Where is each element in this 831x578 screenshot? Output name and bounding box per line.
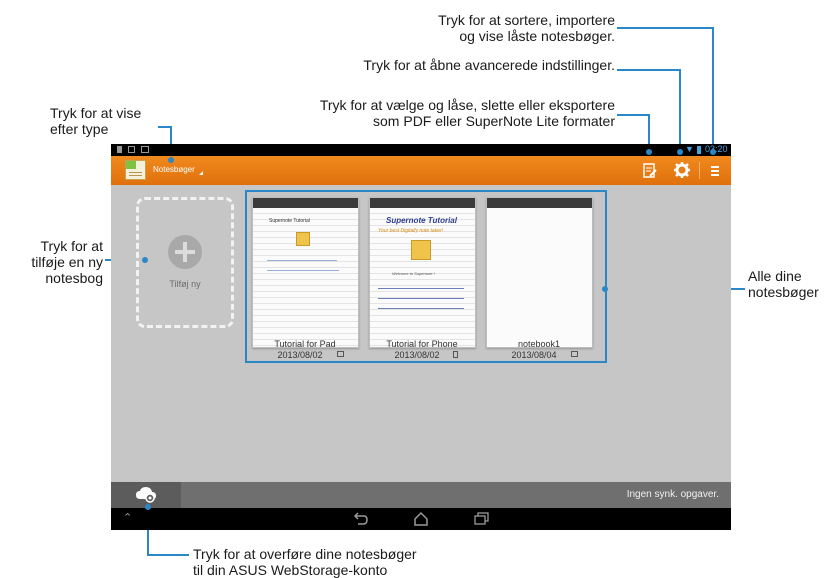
mail-notification-icon	[141, 146, 149, 153]
dropdown-triangle-icon	[199, 171, 203, 175]
action-bar-divider	[699, 162, 700, 179]
notebook-card[interactable]	[486, 197, 593, 348]
notebook-type-dropdown[interactable]: Notesbøger	[151, 162, 211, 180]
image-notification-icon	[128, 146, 135, 153]
callout-line	[617, 114, 650, 116]
dropdown-label: Notesbøger	[153, 165, 195, 174]
notebook-grid-area: Tilføj ny Supernote Tutorial Tutorial fo…	[111, 185, 731, 482]
callout-view-by-type: Tryk for at vise efter type	[50, 105, 142, 137]
menu-icon[interactable]	[708, 163, 722, 177]
notebook-name: Tutorial for Pad	[274, 339, 336, 349]
notebook-cover-subtitle: Your best Digitally note taker!	[378, 228, 444, 234]
select-lock-icon[interactable]	[641, 162, 658, 179]
notebook-cover-title: Supernote Tutorial	[269, 218, 310, 224]
callout-dot	[710, 149, 716, 155]
wifi-icon: ▼	[685, 144, 694, 154]
callout-upload-webstorage: Tryk for at overføre dine notesbøger til…	[193, 546, 417, 578]
notebook-cover-title: Supernote Tutorial	[386, 216, 457, 225]
hide-keyboard-icon[interactable]: ⌃	[123, 511, 132, 524]
callout-dot	[677, 149, 683, 155]
callout-dot	[142, 257, 148, 263]
notification-icon	[117, 146, 122, 153]
add-notebook-label: Tilføj ny	[169, 279, 201, 289]
add-notebook-tile[interactable]: Tilføj ny	[136, 197, 234, 328]
callout-all-notebooks: Alle dine notesbøger	[748, 268, 819, 300]
notebook-card[interactable]: Supernote Tutorial	[252, 197, 359, 348]
notebook-name: Tutorial for Phone	[386, 339, 458, 349]
gear-icon[interactable]	[673, 161, 691, 179]
callout-advanced-settings: Tryk for at åbne avancerede indstillinge…	[363, 57, 615, 73]
battery-icon	[697, 146, 701, 154]
callout-dot	[646, 149, 652, 155]
callout-line	[147, 554, 189, 556]
bottom-bar: Ingen synk. opgaver.	[111, 482, 731, 508]
notebook-name: notebook1	[517, 339, 561, 349]
tablet-type-icon	[571, 351, 578, 357]
notebook-welcome-text: Welcome to Supernote !	[392, 271, 435, 276]
recent-apps-icon[interactable]	[474, 512, 490, 526]
sync-status-text: Ingen synk. opgaver.	[626, 489, 719, 500]
tablet-type-icon	[337, 351, 344, 357]
phone-type-icon	[453, 351, 458, 358]
home-icon[interactable]	[413, 511, 429, 527]
callout-dot	[145, 504, 151, 510]
callout-line	[712, 27, 714, 151]
callout-line	[617, 27, 714, 29]
status-time: 03:20	[705, 144, 728, 154]
navigation-bar: ⌃	[111, 508, 731, 530]
callout-sort-import: Tryk for at sortere, importere og vise l…	[438, 12, 615, 44]
notepad-icon	[411, 240, 431, 260]
callout-line	[679, 69, 681, 152]
callout-add-new: Tryk for at tilføje en ny notesbog	[31, 238, 103, 286]
action-bar: Notesbøger	[111, 156, 731, 185]
tablet-screen: ▼ 03:20 Notesbøger Tilføj ny Supernote T…	[111, 144, 731, 530]
notebook-card[interactable]: Supernote Tutorial Your best Digitally n…	[369, 197, 476, 348]
cloud-settings-icon	[136, 487, 156, 503]
notepad-icon	[296, 232, 310, 246]
back-icon[interactable]	[352, 512, 368, 526]
callout-dot	[602, 286, 608, 292]
status-bar: ▼ 03:20	[111, 144, 731, 156]
callout-lock-export: Tryk for at vælge og låse, slette eller …	[319, 97, 615, 129]
callout-line	[617, 69, 681, 71]
app-logo-icon	[125, 160, 146, 180]
callout-dot	[168, 157, 174, 163]
add-plus-icon	[168, 235, 202, 269]
